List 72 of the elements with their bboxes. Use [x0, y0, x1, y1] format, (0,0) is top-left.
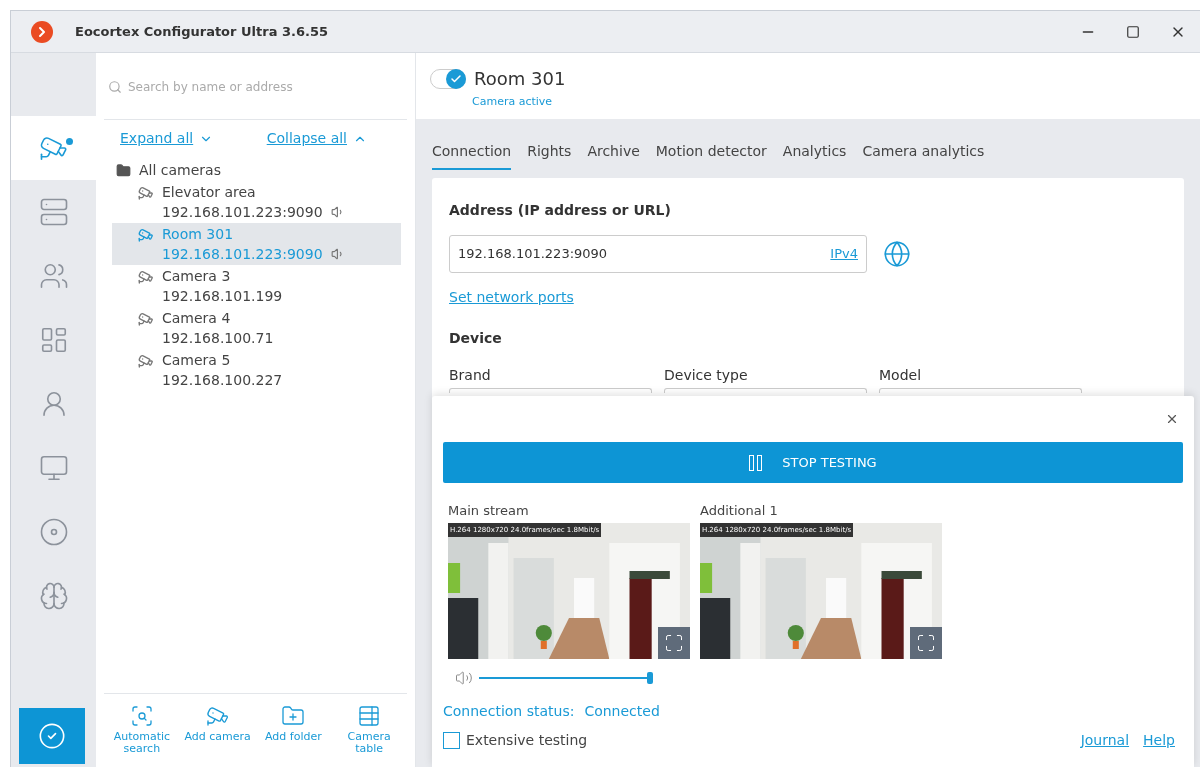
camera-plus-icon — [205, 704, 230, 728]
camera-tree-item[interactable]: Camera 3 192.168.101.199 — [112, 265, 401, 307]
volume-slider[interactable] — [479, 671, 653, 684]
camera-address: 192.168.100.71 — [162, 329, 274, 348]
check-circle-icon — [38, 722, 66, 750]
camera-icon — [138, 185, 154, 201]
camera-name: Camera 4 — [162, 309, 232, 328]
connection-status-value: Connected — [584, 701, 660, 721]
camera-icon — [138, 311, 154, 327]
camera-status: Camera active — [472, 94, 554, 110]
camera-address: 192.168.101.223:9090 — [162, 245, 323, 264]
table-icon — [357, 704, 382, 728]
sidebar-tab[interactable] — [11, 116, 96, 180]
stream-label: Additional 1 — [700, 502, 779, 520]
camera-title: Room 301 — [474, 67, 566, 91]
camera-name: Camera 3 — [162, 267, 232, 286]
address-field[interactable]: 192.168.101.223:9090 IPv4 — [449, 235, 867, 273]
disc-icon — [38, 517, 69, 547]
app-logo-icon — [31, 20, 53, 43]
address-label: Address (IP address or URL) — [449, 201, 672, 220]
tab[interactable]: Analytics — [782, 141, 847, 170]
folder-icon — [116, 162, 131, 178]
camera-address: 192.168.100.227 — [162, 371, 283, 390]
check-icon — [450, 72, 462, 85]
tab[interactable]: Rights — [527, 141, 572, 170]
folder-plus-icon — [281, 704, 306, 728]
close-icon[interactable] — [1165, 412, 1179, 426]
select-field[interactable] — [664, 388, 867, 393]
search-icon — [108, 80, 122, 94]
camera-tree-item[interactable]: Elevator area 192.168.101.223:9090 — [112, 181, 401, 223]
speaker-icon — [455, 668, 473, 687]
camera-tree-item[interactable]: Camera 4 192.168.100.71 — [112, 307, 401, 349]
globe-icon[interactable] — [883, 240, 911, 268]
camera-address: 192.168.101.199 — [162, 287, 283, 306]
device-heading: Device — [449, 329, 503, 348]
checkbox[interactable] — [443, 731, 460, 749]
select-field[interactable] — [879, 388, 1082, 393]
tree-root-label[interactable]: All cameras — [139, 159, 221, 181]
camera-address: 192.168.101.223:9090 — [162, 203, 323, 222]
scan-search-icon — [129, 704, 154, 728]
camera-name: Camera 5 — [162, 351, 232, 370]
tab[interactable]: Connection — [432, 141, 512, 170]
camera-active-switch[interactable] — [430, 68, 466, 89]
users-icon — [38, 261, 69, 291]
expand-icon — [916, 632, 936, 653]
camera-name: Elevator area — [162, 183, 257, 202]
apply-button[interactable] — [19, 708, 85, 764]
tab[interactable]: Camera analytics — [862, 141, 985, 170]
camera-icon — [138, 269, 154, 285]
monitor-icon — [38, 453, 69, 483]
fullscreen-button[interactable] — [910, 626, 942, 659]
camera-tree-item[interactable]: Camera 5 192.168.100.227 — [112, 349, 401, 391]
camera-icon — [138, 353, 154, 369]
field-label: Brand — [449, 366, 492, 385]
checkbox-label: Extensive testing — [466, 730, 588, 750]
camera-name: Room 301 — [162, 225, 235, 244]
tab[interactable]: Motion detector — [655, 141, 767, 170]
brain-icon — [38, 581, 69, 611]
search-field[interactable]: Search by name or address — [128, 78, 403, 96]
fullscreen-button[interactable] — [658, 626, 690, 659]
window-title: Eocortex Configurator Ultra 3.6.55 — [75, 22, 328, 41]
tab[interactable]: Archive — [587, 141, 640, 170]
expand-icon — [664, 632, 684, 653]
pause-icon — [749, 454, 763, 471]
server-icon — [38, 197, 69, 227]
maximize-icon[interactable] — [1126, 24, 1140, 39]
camera-icon — [138, 227, 154, 243]
field-label: Model — [879, 366, 923, 385]
field-label: Device type — [664, 366, 749, 385]
connection-status-label: Connection status: — [443, 701, 575, 721]
select-field[interactable] — [449, 388, 652, 393]
stream-label: Main stream — [448, 502, 530, 520]
